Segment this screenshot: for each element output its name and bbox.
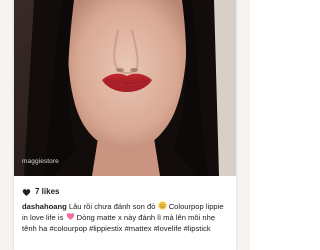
screenshot-frame: maggiestore 7 likes dashahoang Lâu rồi c… (0, 0, 250, 250)
caption-line-2: in love life is Dòng matte x này đánh lì… (22, 212, 232, 223)
photo-watermark: maggiestore (22, 158, 59, 165)
caption-line-3-hashtags[interactable]: tênh ha #colourpop #lippiestix #mattex #… (22, 223, 232, 234)
caption-text-2b: Dòng matte x này đánh lì mà lên môi nhẹ (76, 213, 216, 222)
username-link[interactable]: dashahoang (22, 202, 67, 211)
caption-text-1b: Colourpop lippie (168, 202, 224, 211)
likes-row[interactable]: 7 likes (22, 187, 59, 197)
smiling-face-emoji-icon (157, 201, 167, 210)
instagram-post-card: maggiestore 7 likes dashahoang Lâu rồi c… (14, 0, 236, 250)
selfie-illustration (14, 0, 236, 176)
likes-count[interactable]: 7 likes (35, 187, 59, 197)
post-meta: 7 likes dashahoang Lâu rồi chưa đánh son… (14, 176, 236, 250)
pink-heart-emoji-icon (66, 213, 74, 220)
caption-text-1a: Lâu rồi chưa đánh son đỏ (68, 202, 156, 211)
post-photo[interactable]: maggiestore (14, 0, 236, 176)
post-caption: dashahoang Lâu rồi chưa đánh son đỏ Colo… (22, 201, 232, 234)
caption-line-1: dashahoang Lâu rồi chưa đánh son đỏ Colo… (22, 201, 232, 212)
caption-text-2a: in love life is (22, 213, 64, 222)
heart-outline-icon (22, 188, 31, 196)
